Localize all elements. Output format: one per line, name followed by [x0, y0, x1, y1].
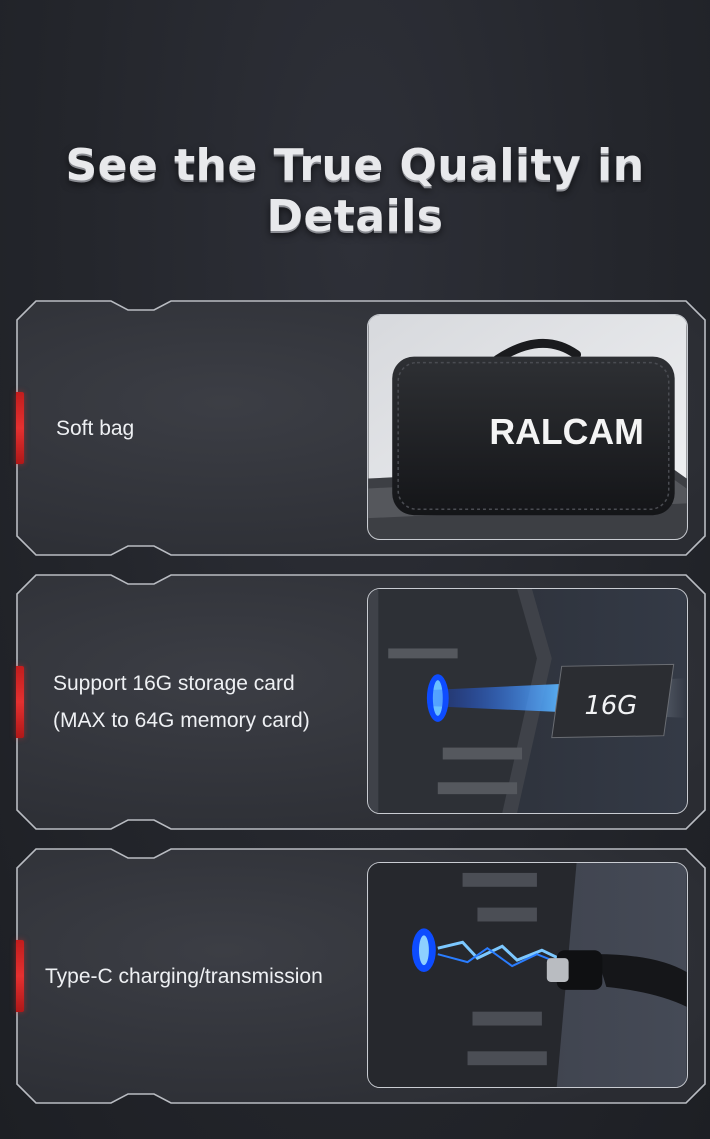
feature-text: Type-C charging/transmission	[45, 848, 323, 1104]
feature-label: Soft bag	[56, 416, 135, 440]
feature-card-typec: Type-C charging/transmission	[16, 848, 706, 1104]
card-capacity-label: 16G	[584, 691, 637, 721]
red-accent-tab	[16, 666, 24, 738]
red-accent-tab	[16, 392, 24, 464]
feature-text: Support 16G storage card (MAX to 64G mem…	[53, 574, 310, 830]
feature-text: Soft bag	[56, 300, 134, 556]
feature-label: Support 16G storage card	[53, 672, 295, 695]
usb-c-port-photo	[367, 862, 688, 1088]
brand-logo-text: RALCAM	[489, 412, 644, 452]
feature-sublabel: (MAX to 64G memory card)	[53, 709, 310, 732]
carrying-case-photo: RALCAM	[367, 314, 688, 540]
red-accent-tab	[16, 940, 24, 1012]
feature-label: Type-C charging/transmission	[45, 964, 323, 988]
feature-card-storage: Support 16G storage card (MAX to 64G mem…	[16, 574, 706, 830]
memory-card-slot-photo: 16G	[367, 588, 688, 814]
page-title: See the True Quality in Details	[65, 140, 645, 242]
feature-card-soft-bag: Soft bag RALCAM	[16, 300, 706, 556]
